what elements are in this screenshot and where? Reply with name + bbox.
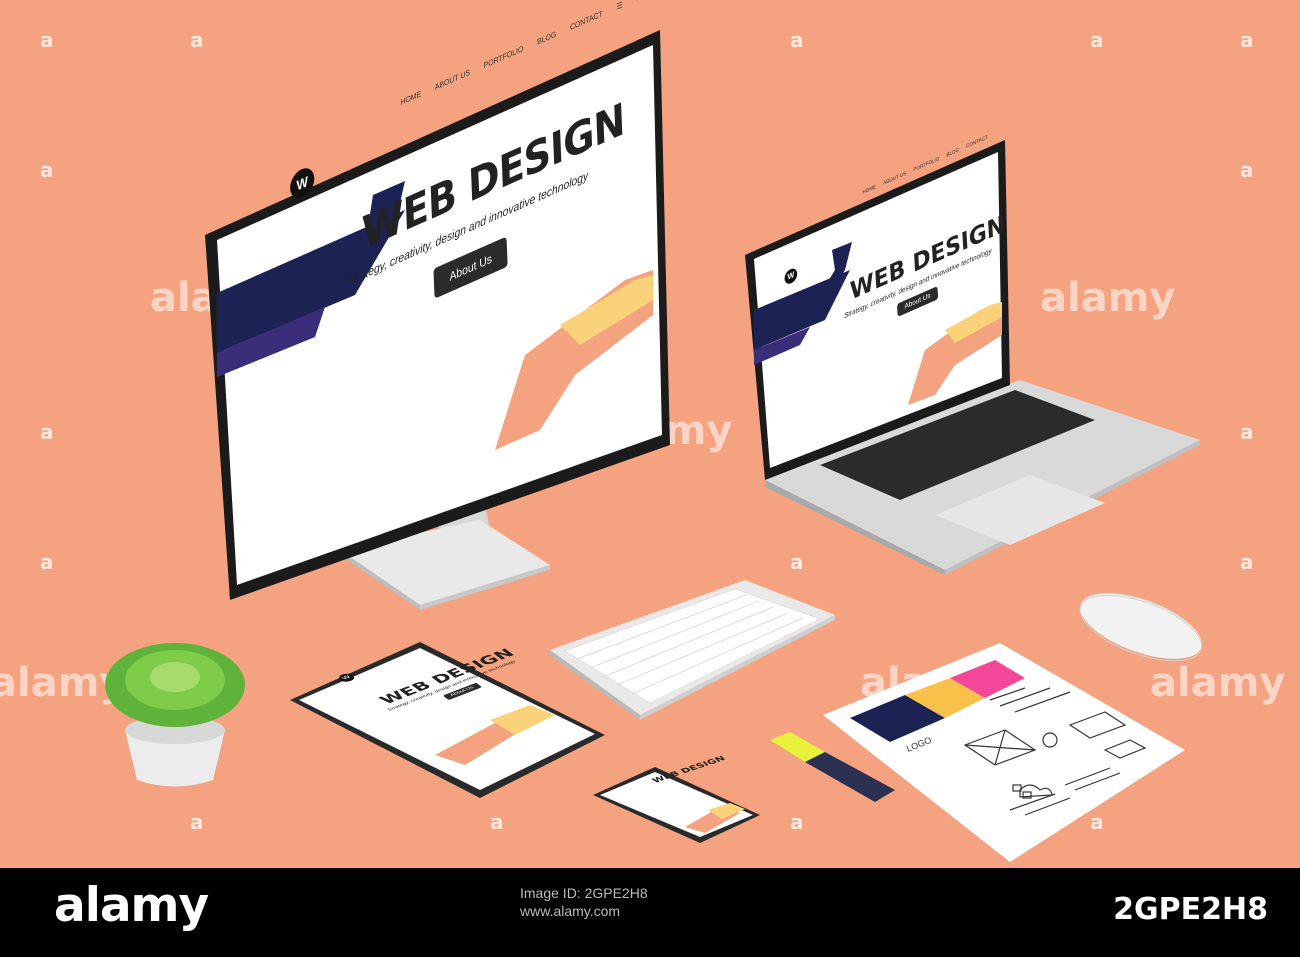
footer-meta-line: www.alamy.com (520, 903, 621, 919)
succulent-plant (105, 643, 245, 787)
laptop-nav-item[interactable]: CONTACT (966, 134, 988, 150)
laptop-nav-item[interactable]: ABOUT US (883, 171, 906, 187)
watermark-mark: a (190, 810, 204, 834)
nav-contact[interactable]: CONTACT (570, 9, 603, 33)
watermark-mark: a (490, 810, 504, 834)
watermark-mark: a (40, 158, 54, 182)
watermark-mark: a (790, 28, 804, 52)
footer-meta: Image ID: 2GPE2H8 www.alamy.com (520, 884, 648, 920)
laptop-nav: HOME ABOUT US PORTFOLIO BLOG CONTACT (862, 134, 987, 196)
watermark-mark: a (40, 550, 54, 574)
watermark-mark: a (40, 420, 54, 444)
nav-home[interactable]: HOME (400, 89, 421, 108)
wireframe-sketch-paper: LOGO (823, 643, 1185, 862)
watermark-mark: a (1240, 28, 1254, 52)
nav-about[interactable]: ABOUT US (435, 68, 470, 93)
scene: alamy alamy alamy alamy alamy alamy a a … (0, 0, 1300, 868)
watermark-mark: a (40, 28, 54, 52)
search-icon[interactable]: ⌕ (636, 0, 640, 4)
watermark-mark: a (1240, 158, 1254, 182)
footer-bar: alamy Image ID: 2GPE2H8 www.alamy.com 2G… (0, 868, 1300, 957)
watermark-mark: a (1090, 28, 1104, 52)
watermark-mark: a (790, 810, 804, 834)
watermark-mark: a (1240, 420, 1254, 444)
nav-portfolio[interactable]: PORTFOLIO (484, 44, 524, 72)
laptop-nav-item[interactable]: PORTFOLIO (913, 156, 939, 174)
watermark-mark: a (1240, 550, 1254, 574)
image-id: 2GPE2H8 (1113, 892, 1268, 927)
footer-meta-line: Image ID: 2GPE2H8 (520, 885, 648, 901)
laptop-nav-item[interactable]: HOME (862, 184, 876, 196)
laptop-nav-item[interactable]: BLOG (946, 147, 959, 159)
footer-brand[interactable]: alamy (54, 878, 209, 933)
site-nav: HOME ABOUT US PORTFOLIO BLOG CONTACT ☰ ⌕… (400, 0, 660, 108)
menu-icon[interactable]: ☰ (616, 0, 623, 13)
laptop-logo: W (784, 266, 798, 286)
site-logo[interactable]: W (289, 163, 315, 203)
about-us-button[interactable]: About Us (433, 236, 509, 299)
nav-blog[interactable]: BLOG (537, 29, 557, 47)
